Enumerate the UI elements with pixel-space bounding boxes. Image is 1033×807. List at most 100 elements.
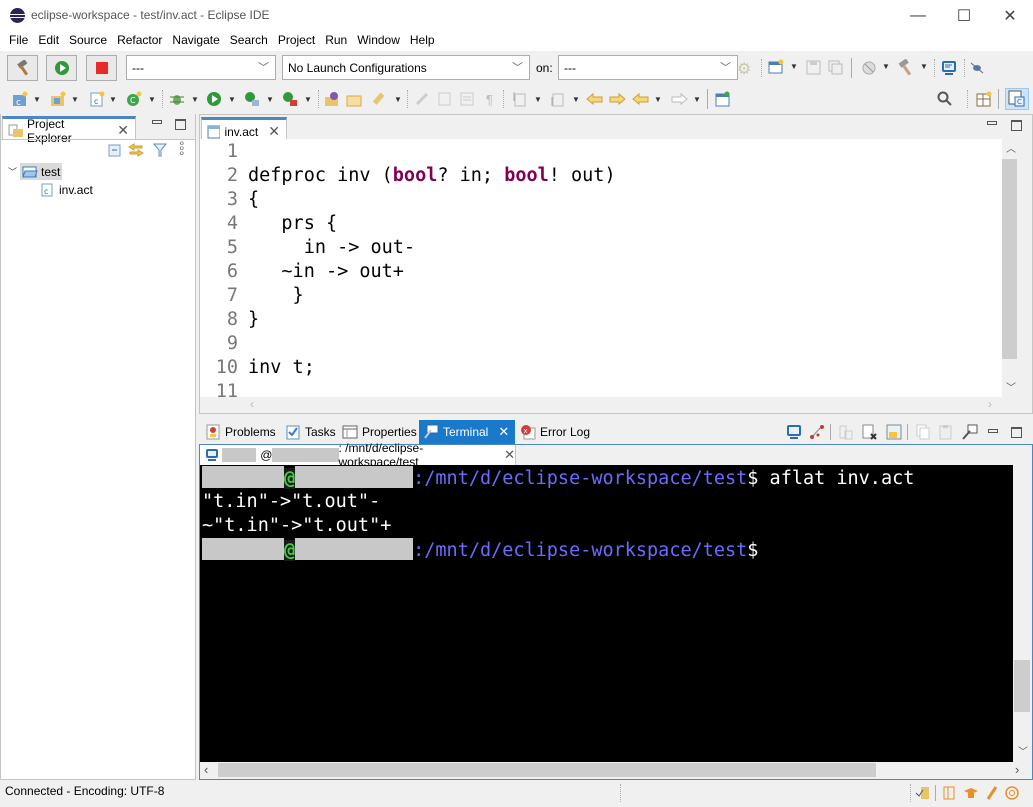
open-type-icon[interactable] xyxy=(324,91,340,107)
stop-button[interactable] xyxy=(86,55,117,81)
dropdown-arrow-icon[interactable]: ▼ xyxy=(790,62,798,71)
search-icon[interactable] xyxy=(937,91,953,107)
build-button[interactable] xyxy=(7,55,38,81)
menu-source[interactable]: Source xyxy=(64,31,112,51)
menu-run[interactable]: Run xyxy=(320,31,352,51)
maximize-button[interactable]: ☐ xyxy=(941,0,987,31)
c-cpp-perspective-button[interactable]: C xyxy=(1005,88,1029,110)
scroll-lock-icon[interactable] xyxy=(838,424,854,440)
new-window-icon[interactable] xyxy=(768,59,784,75)
previous-annotation-icon[interactable] xyxy=(549,91,565,107)
close-icon[interactable]: ✕ xyxy=(268,123,280,140)
dropdown-arrow-icon[interactable]: ▼ xyxy=(33,95,41,104)
editor-vertical-scrollbar[interactable]: ︿ ﹀ xyxy=(1002,139,1019,397)
debug-icon[interactable] xyxy=(169,91,185,107)
menu-project[interactable]: Project xyxy=(273,31,320,51)
open-perspective-icon[interactable] xyxy=(976,91,992,107)
launch-target-combo[interactable]: --- ﹀ xyxy=(558,55,738,80)
run-coverage-icon[interactable] xyxy=(244,91,260,107)
tab-error-log[interactable]: x Error Log xyxy=(516,420,594,444)
scroll-down-icon[interactable]: ﹀ xyxy=(1018,743,1028,758)
paste-icon[interactable] xyxy=(938,424,954,440)
search-pen-icon[interactable] xyxy=(371,91,387,107)
clear-terminal-icon[interactable] xyxy=(861,424,877,440)
chevron-down-icon[interactable]: ﹀ xyxy=(8,165,20,178)
scroll-thumb[interactable] xyxy=(218,763,876,777)
gear-icon[interactable]: ⚙ xyxy=(737,59,751,79)
minimize-view-icon[interactable] xyxy=(988,429,998,433)
dropdown-arrow-icon[interactable]: ▼ xyxy=(109,95,117,104)
close-button[interactable]: ✕ xyxy=(987,0,1033,31)
launch-config-combo[interactable]: No Launch Configurations ﹀ xyxy=(282,55,530,80)
open-folder-icon[interactable] xyxy=(346,91,362,107)
close-icon[interactable]: ✕ xyxy=(117,122,129,139)
tab-project-explorer[interactable]: Project Explorer ✕ xyxy=(2,116,136,145)
menu-navigate[interactable]: Navigate xyxy=(167,31,224,51)
scroll-right-icon[interactable]: › xyxy=(988,397,992,411)
dropdown-arrow-icon[interactable]: ▼ xyxy=(654,95,662,104)
menu-search[interactable]: Search xyxy=(225,31,273,51)
menu-refactor[interactable]: Refactor xyxy=(112,31,167,51)
menu-help[interactable]: Help xyxy=(405,31,440,51)
collapse-all-icon[interactable] xyxy=(107,143,121,157)
launch-mode-combo[interactable]: --- ﹀ xyxy=(126,55,276,80)
terminal-horizontal-scrollbar[interactable]: ‹ › xyxy=(200,762,1032,778)
scroll-up-icon[interactable]: ︿ xyxy=(1006,140,1016,155)
filter-icon[interactable] xyxy=(153,142,167,158)
dropdown-arrow-icon[interactable]: ▼ xyxy=(191,95,199,104)
maximize-view-icon[interactable] xyxy=(1011,427,1022,438)
new-folder-icon[interactable] xyxy=(50,91,66,107)
tree-item-inv-act[interactable]: c inv.act xyxy=(41,181,93,198)
terminal-session-tab[interactable]: @ : /mnt/d/eclipse-workspace/test ✕ xyxy=(200,441,516,469)
menu-edit[interactable]: Edit xyxy=(33,31,64,51)
scroll-right-icon[interactable]: › xyxy=(1015,762,1019,777)
notifications-icon[interactable] xyxy=(915,785,931,801)
terminal-vertical-scrollbar[interactable]: ﹀ xyxy=(1013,465,1032,762)
launch-button[interactable] xyxy=(46,55,77,81)
menu-file[interactable]: File xyxy=(4,31,33,51)
debug-config-icon[interactable] xyxy=(861,60,877,76)
minimize-view-icon[interactable] xyxy=(987,121,997,125)
forward-edit-location-icon[interactable] xyxy=(608,91,626,107)
open-terminal-icon[interactable] xyxy=(786,424,802,440)
maximize-view-icon[interactable] xyxy=(1011,120,1022,131)
close-icon[interactable]: ✕ xyxy=(498,424,509,440)
minimize-view-icon[interactable] xyxy=(152,120,162,124)
show-whitespace-icon[interactable]: ¶ xyxy=(486,92,493,107)
whats-new-icon[interactable] xyxy=(985,785,999,801)
code-editor[interactable]: 1 2 defproc inv (bool? in; bool! out) 3{4 p… xyxy=(200,139,1002,397)
mark-occurrences-icon[interactable] xyxy=(414,91,430,107)
disconnect-icon[interactable] xyxy=(809,424,825,440)
dropdown-arrow-icon[interactable]: ▼ xyxy=(394,95,402,104)
scroll-down-icon[interactable]: ﹀ xyxy=(1006,379,1016,394)
remote-connection-icon[interactable] xyxy=(970,61,984,75)
menu-window[interactable]: Window xyxy=(352,31,405,51)
view-menu-icon[interactable]: ∘ ∘ ∘ xyxy=(178,137,186,159)
dropdown-arrow-icon[interactable]: ▼ xyxy=(304,95,312,104)
help-icon[interactable] xyxy=(1004,785,1020,801)
new-class-icon[interactable]: C xyxy=(126,91,142,107)
dropdown-arrow-icon[interactable]: ▼ xyxy=(266,95,274,104)
tree-item-test[interactable]: ﹀ test xyxy=(8,163,63,180)
link-with-editor-icon[interactable] xyxy=(128,143,144,157)
dropdown-arrow-icon[interactable]: ▼ xyxy=(572,95,580,104)
new-source-file-icon[interactable]: c xyxy=(89,91,105,107)
external-tools-icon[interactable] xyxy=(282,91,298,107)
forward-icon[interactable] xyxy=(670,91,688,107)
run-icon[interactable] xyxy=(206,91,222,107)
dropdown-arrow-icon[interactable]: ▼ xyxy=(534,95,542,104)
tab-tasks[interactable]: Tasks xyxy=(281,420,340,444)
dropdown-arrow-icon[interactable]: ▼ xyxy=(228,95,236,104)
terminal-output[interactable]: @:/mnt/d/eclipse-workspace/test$ aflat i… xyxy=(200,465,1013,762)
lock-icon[interactable] xyxy=(886,424,902,440)
back-icon[interactable] xyxy=(632,91,650,107)
hammer-icon[interactable] xyxy=(897,59,915,77)
terminal-settings-icon[interactable] xyxy=(962,424,978,440)
pin-editor-icon[interactable] xyxy=(715,91,731,107)
dropdown-arrow-icon[interactable]: ▼ xyxy=(882,62,890,71)
maximize-view-icon[interactable] xyxy=(175,119,186,130)
word-wrap-icon[interactable] xyxy=(437,91,453,107)
next-annotation-icon[interactable] xyxy=(511,91,527,107)
dropdown-arrow-icon[interactable]: ▼ xyxy=(693,95,701,104)
tutorials-icon[interactable] xyxy=(963,785,979,801)
